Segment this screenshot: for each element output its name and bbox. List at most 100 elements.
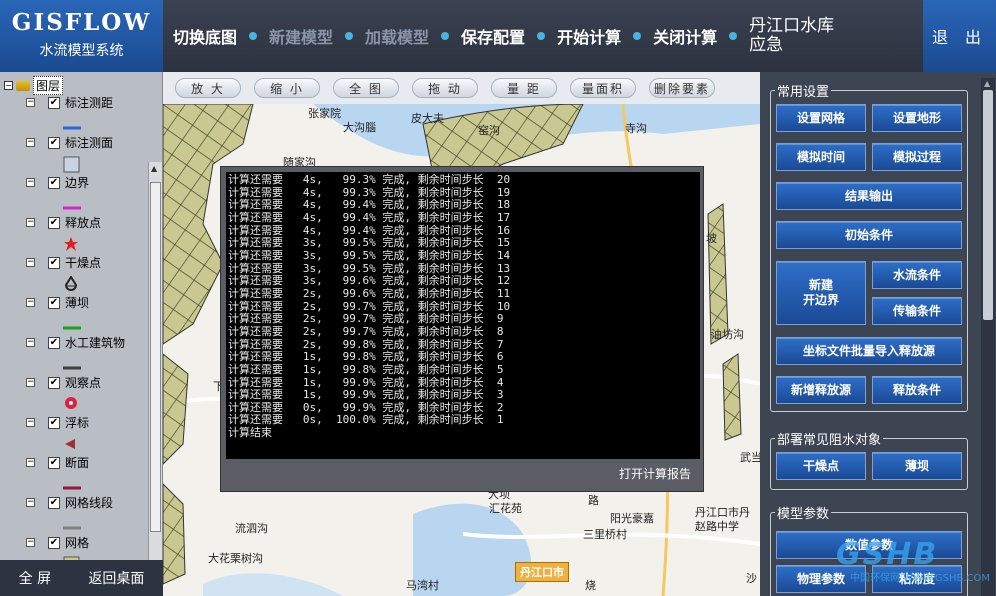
layer-checkbox[interactable]: ✔ (48, 456, 60, 469)
right-scrollbar[interactable]: ▲ (981, 78, 995, 596)
map-label: 张家院 (308, 107, 341, 120)
layer-checkbox[interactable]: ✔ (48, 256, 60, 269)
layer-checkbox[interactable]: ✔ (48, 496, 60, 509)
layer-checkbox[interactable]: ✔ (48, 376, 60, 389)
collapse-icon[interactable]: − (26, 338, 35, 347)
nav-new-model[interactable]: 新建模型 (249, 24, 333, 48)
layer-item[interactable]: − ✔ 干燥点 (26, 254, 148, 296)
zoom-out-button[interactable]: 缩 小 (254, 78, 320, 98)
layer-checkbox[interactable]: ✔ (48, 136, 60, 149)
layer-item[interactable]: − ✔ 释放点 (26, 214, 148, 254)
layer-label: 断面 (65, 456, 90, 470)
set-terrain-button[interactable]: 设置地形 (872, 104, 962, 132)
layer-item[interactable]: − ✔ 浮标 (26, 414, 148, 454)
collapse-icon[interactable]: − (26, 378, 35, 387)
collapse-icon[interactable]: − (26, 418, 35, 427)
layer-item[interactable]: − ✔ 薄坝 (26, 294, 148, 334)
scroll-up-icon[interactable]: ▲ (984, 79, 990, 88)
layer-item[interactable]: − ✔ 标注测距 (26, 94, 148, 135)
layer-label: 网格线段 (65, 496, 114, 510)
group-title: 部署常见阻水对象 (775, 429, 884, 448)
pan-button[interactable]: 拖 动 (412, 78, 478, 98)
collapse-icon[interactable]: − (4, 81, 13, 90)
layer-label: 浮标 (65, 416, 90, 430)
layer-line-icon (63, 116, 83, 135)
scroll-up-icon[interactable]: ▲ (151, 164, 157, 173)
collapse-icon[interactable]: − (26, 98, 35, 107)
add-release-button[interactable]: 新增释放源 (776, 376, 866, 404)
nav-label: 保存配置 (461, 28, 526, 47)
console-output: 计算还需要 4s, 99.3% 完成, 剩余时间步长 20 计算还需要 4s, 9… (226, 172, 700, 459)
batch-import-release-button[interactable]: 坐标文件批量导入释放源 (776, 337, 962, 365)
map-label: 寺沟 (625, 122, 647, 135)
initial-conditions-button[interactable]: 初始条件 (776, 221, 962, 249)
nav-switch-basemap[interactable]: 切换底图 (173, 24, 237, 48)
collapse-icon[interactable]: − (26, 538, 35, 547)
layer-tree-root[interactable]: − 图层 (4, 76, 64, 95)
collapse-icon[interactable]: − (26, 138, 35, 147)
new-boundary-button[interactable]: 新建 开边界 (776, 261, 866, 325)
layer-item[interactable]: − ✔ 网格线段 (26, 494, 148, 534)
layer-checkbox[interactable]: ✔ (48, 416, 60, 429)
map-label: 汇花苑 (489, 502, 522, 515)
layer-item[interactable]: − ✔ 观察点 (26, 374, 148, 414)
group-title: 模型参数 (775, 503, 832, 522)
layer-drop-icon (63, 275, 79, 296)
layer-item[interactable]: − ✔ 网格 (26, 534, 148, 560)
map-label: 阳光豪嘉 (610, 512, 654, 525)
layer-checkbox[interactable]: ✔ (48, 176, 60, 189)
layer-checkbox[interactable]: ✔ (48, 96, 60, 109)
open-report-button[interactable]: 打开计算报告 (619, 465, 691, 482)
back-desktop-button[interactable]: 返回桌面 (88, 568, 144, 588)
nav-danjiangkou-emergency[interactable]: 丹江口水库应急 (729, 17, 839, 55)
exit-button[interactable]: 退 出 (923, 0, 996, 72)
collapse-icon[interactable]: − (26, 298, 35, 307)
layer-checkbox[interactable]: ✔ (48, 336, 60, 349)
nav-save-config[interactable]: 保存配置 (441, 24, 525, 48)
map-label: 武当 (740, 451, 760, 464)
nav-start-calc[interactable]: 开始计算 (537, 24, 621, 48)
nav-dot-icon (537, 32, 546, 40)
map-label: 马湾村 (406, 579, 439, 592)
collapse-icon[interactable]: − (26, 218, 35, 227)
map-label: 大花栗树沟 (208, 552, 263, 565)
sim-process-button[interactable]: 模拟过程 (872, 143, 962, 171)
measure-area-button[interactable]: 量面积 (570, 78, 636, 98)
collapse-icon[interactable]: − (26, 458, 35, 467)
scroll-thumb[interactable] (150, 182, 161, 532)
sim-time-button[interactable]: 模拟时间 (776, 143, 866, 171)
result-output-button[interactable]: 结果输出 (776, 182, 962, 210)
layer-scrollbar[interactable]: ▲ ▼ (148, 162, 162, 560)
model-grid-area (707, 203, 729, 345)
layer-checkbox[interactable]: ✔ (48, 296, 60, 309)
delete-feature-button[interactable]: 删除要素 (649, 78, 715, 98)
nav-load-model[interactable]: 加载模型 (345, 24, 429, 48)
nav-close-calc[interactable]: 关闭计算 (633, 24, 717, 48)
dry-point-button[interactable]: 干燥点 (776, 452, 866, 480)
scroll-thumb[interactable] (983, 90, 993, 320)
release-conditions-button[interactable]: 释放条件 (872, 376, 962, 404)
layer-checkbox[interactable]: ✔ (48, 536, 60, 549)
fullscreen-button[interactable]: 全 屏 (19, 568, 51, 588)
collapse-icon[interactable]: − (26, 498, 35, 507)
console-line: 计算还需要 3s, 99.6% 完成, 剩余时间步长 12 (228, 274, 511, 288)
layer-checkbox[interactable]: ✔ (48, 216, 60, 229)
collapse-icon[interactable]: − (26, 258, 35, 267)
collapse-icon[interactable]: − (26, 178, 35, 187)
layer-label: 薄坝 (65, 296, 90, 310)
thin-dam-button[interactable]: 薄坝 (872, 452, 962, 480)
app-subtitle: 水流模型系统 (39, 43, 124, 59)
transport-conditions-button[interactable]: 传输条件 (872, 297, 962, 325)
layer-item[interactable]: − ✔ 断面 (26, 454, 148, 494)
zoom-in-button[interactable]: 放 大 (175, 78, 241, 98)
measure-distance-button[interactable]: 量 距 (491, 78, 557, 98)
flow-conditions-button[interactable]: 水流条件 (872, 261, 962, 289)
console-line: 计算还需要 3s, 99.5% 完成, 剩余时间步长 14 (228, 248, 511, 262)
bottom-left-bar: 全 屏 返回桌面 (0, 560, 163, 596)
full-extent-button[interactable]: 全 图 (333, 78, 399, 98)
nav-label: 丹江口水库应急 (749, 16, 835, 55)
layer-item[interactable]: − ✔ 水工建筑物 (26, 334, 148, 374)
layer-item[interactable]: − ✔ 标注测面 (26, 134, 148, 174)
layer-item[interactable]: − ✔ 边界 (26, 174, 148, 214)
set-grid-button[interactable]: 设置网格 (776, 104, 866, 132)
